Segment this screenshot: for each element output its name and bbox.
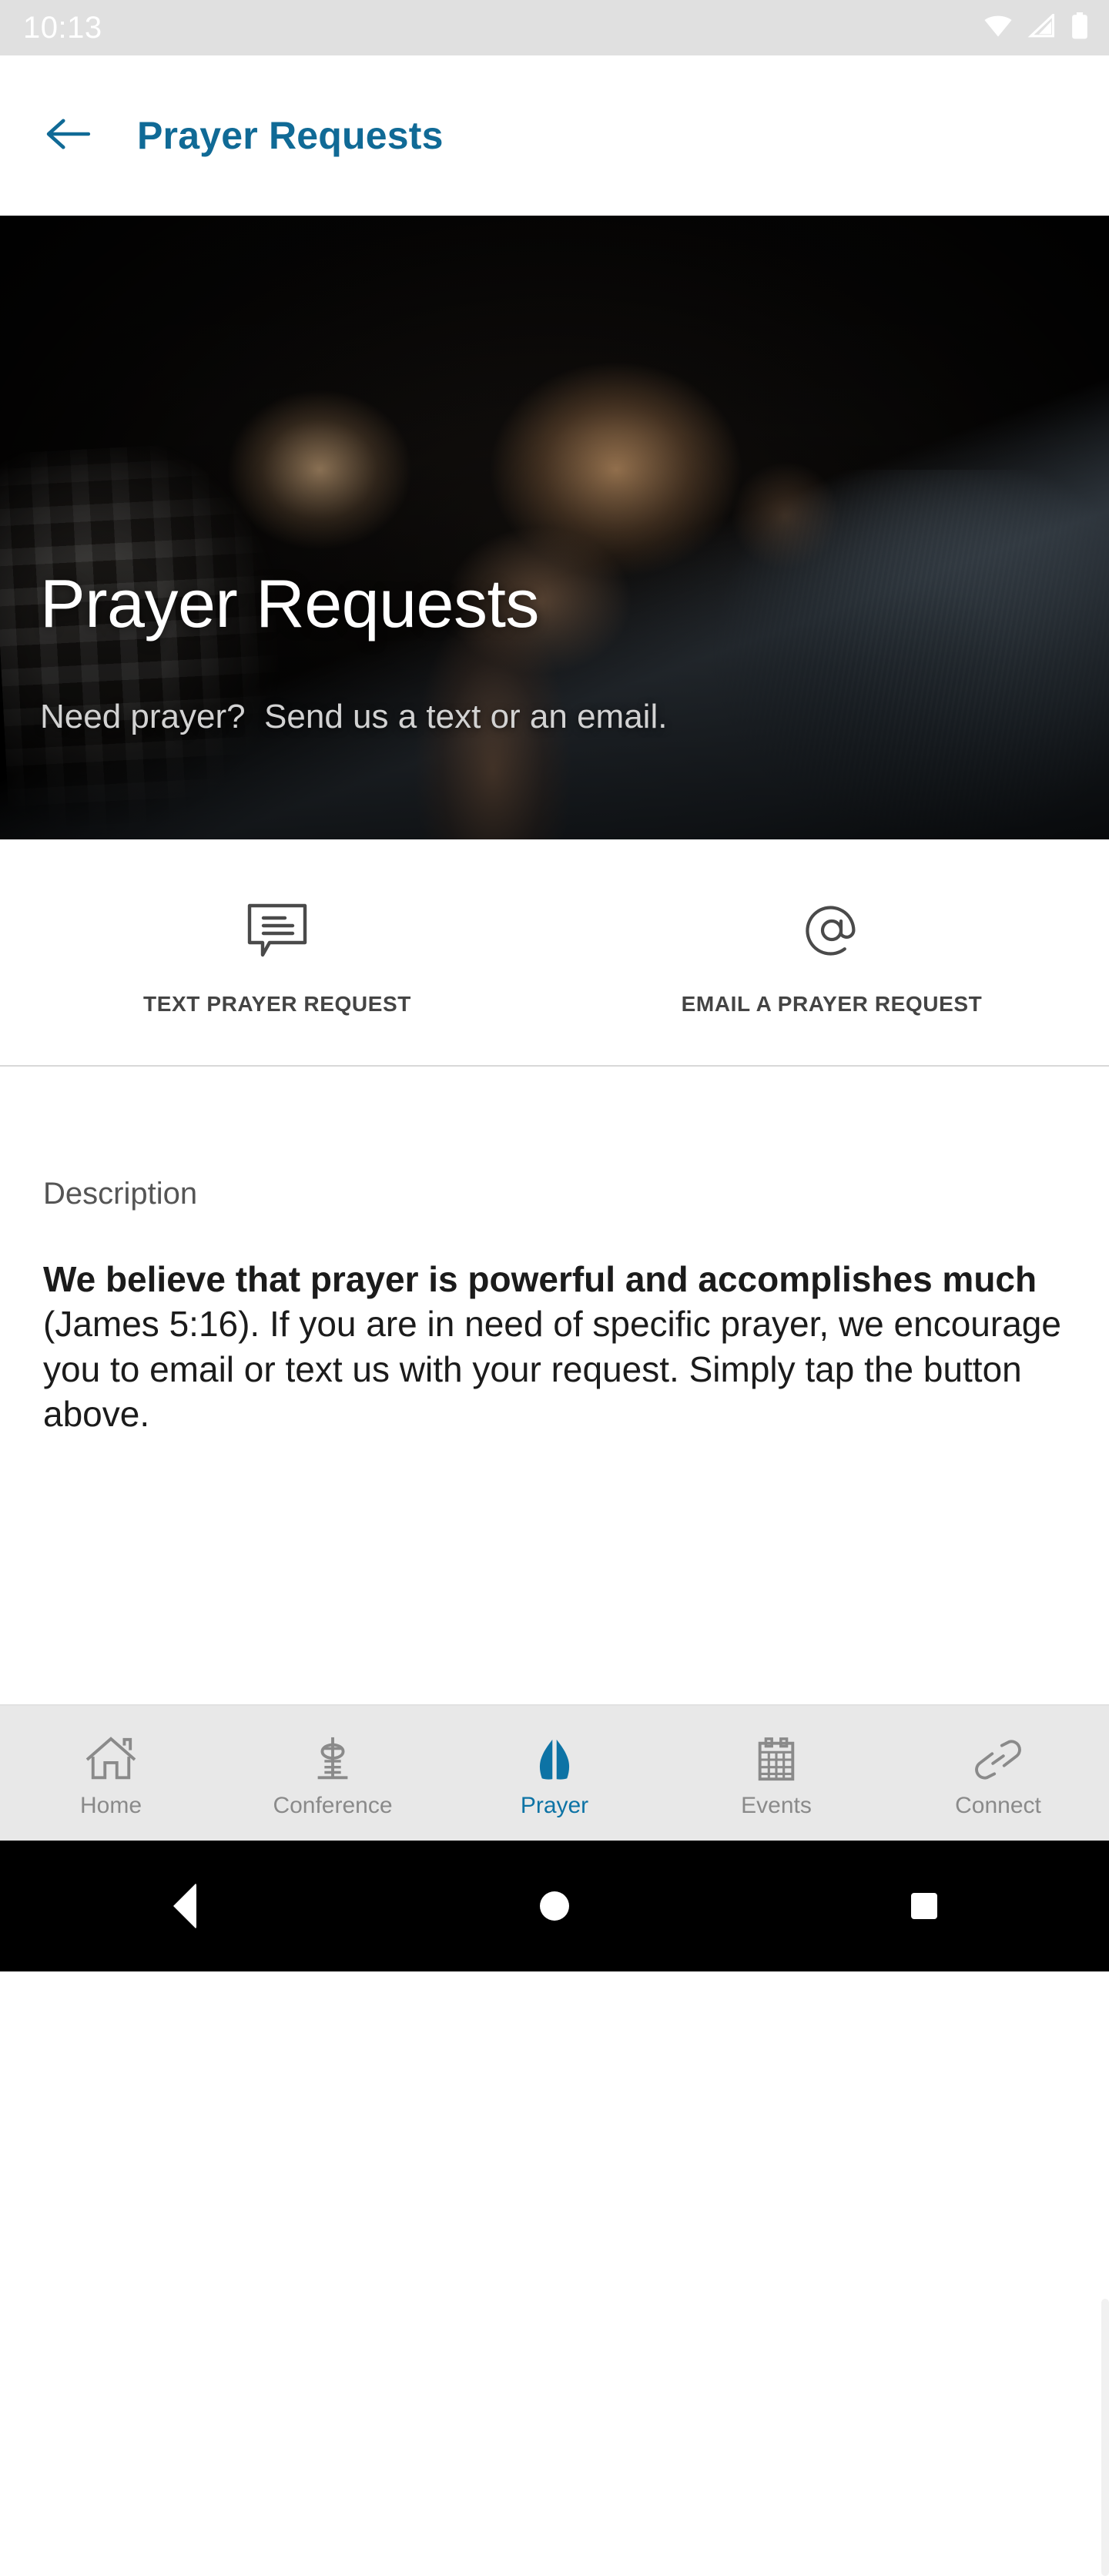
nav-label-conference: Conference [273,1792,393,1818]
scrollbar-track[interactable] [1101,1067,1109,2576]
nav-item-conference[interactable]: Conference [222,1706,444,1841]
calendar-icon [749,1730,803,1784]
link-icon [971,1730,1025,1784]
home-icon [84,1730,138,1784]
page-title: Prayer Requests [137,114,444,157]
nav-label-home: Home [79,1792,142,1818]
description-section: Description We believe that prayer is po… [0,1067,1109,1704]
nav-item-home[interactable]: Home [0,1706,222,1841]
status-bar: 10:13 [0,0,1109,55]
back-button[interactable] [37,105,99,166]
hero-banner: Prayer Requests Need prayer? Send us a t… [0,216,1109,839]
system-home-icon [540,1891,569,1921]
status-icon-group [983,12,1089,44]
text-prayer-request-label: TEXT PRAYER REQUEST [143,992,411,1016]
bottom-navigation-bar: Home Conference Prayer Events Connect [0,1704,1109,1841]
nav-item-events[interactable]: Events [665,1706,887,1841]
description-bold-text: We believe that prayer is powerful and a… [43,1259,1037,1299]
arrow-left-icon [44,116,92,156]
status-time: 10:13 [23,11,102,45]
scrollbar-thumb[interactable] [1101,2299,1109,2576]
nav-item-connect[interactable]: Connect [887,1706,1109,1841]
system-back-icon [173,1883,196,1929]
system-recents-button[interactable] [863,1868,986,1945]
text-prayer-request-button[interactable]: TEXT PRAYER REQUEST [0,839,554,1066]
battery-icon [1070,12,1089,44]
hero-image-overlay [0,216,1109,839]
action-button-row: TEXT PRAYER REQUEST EMAIL A PRAYER REQUE… [0,839,1109,1066]
email-prayer-request-button[interactable]: EMAIL A PRAYER REQUEST [554,839,1109,1066]
praying-hands-icon [528,1730,581,1784]
cellular-signal-icon [1027,12,1057,42]
at-sign-icon [801,896,863,966]
hero-subtitle: Need prayer? Send us a text or an email. [40,698,668,735]
wifi-icon [983,14,1014,42]
system-back-button[interactable] [123,1868,246,1945]
nav-label-prayer: Prayer [520,1792,589,1818]
hero-title: Prayer Requests [40,565,539,641]
description-rest-text: (James 5:16). If you are in need of spec… [43,1304,1061,1435]
system-home-button[interactable] [493,1868,616,1945]
nav-label-events: Events [741,1792,812,1818]
nav-label-connect: Connect [955,1792,1041,1818]
description-body: We believe that prayer is powerful and a… [43,1257,1066,1437]
email-prayer-request-label: EMAIL A PRAYER REQUEST [681,992,983,1016]
app-bar: Prayer Requests [0,55,1109,216]
description-label: Description [43,1177,198,1211]
chat-bubble-icon [245,896,310,966]
system-recents-icon [911,1893,937,1919]
nav-item-prayer[interactable]: Prayer [444,1706,665,1841]
android-system-nav [0,1841,1109,1971]
tower-icon [306,1730,360,1784]
